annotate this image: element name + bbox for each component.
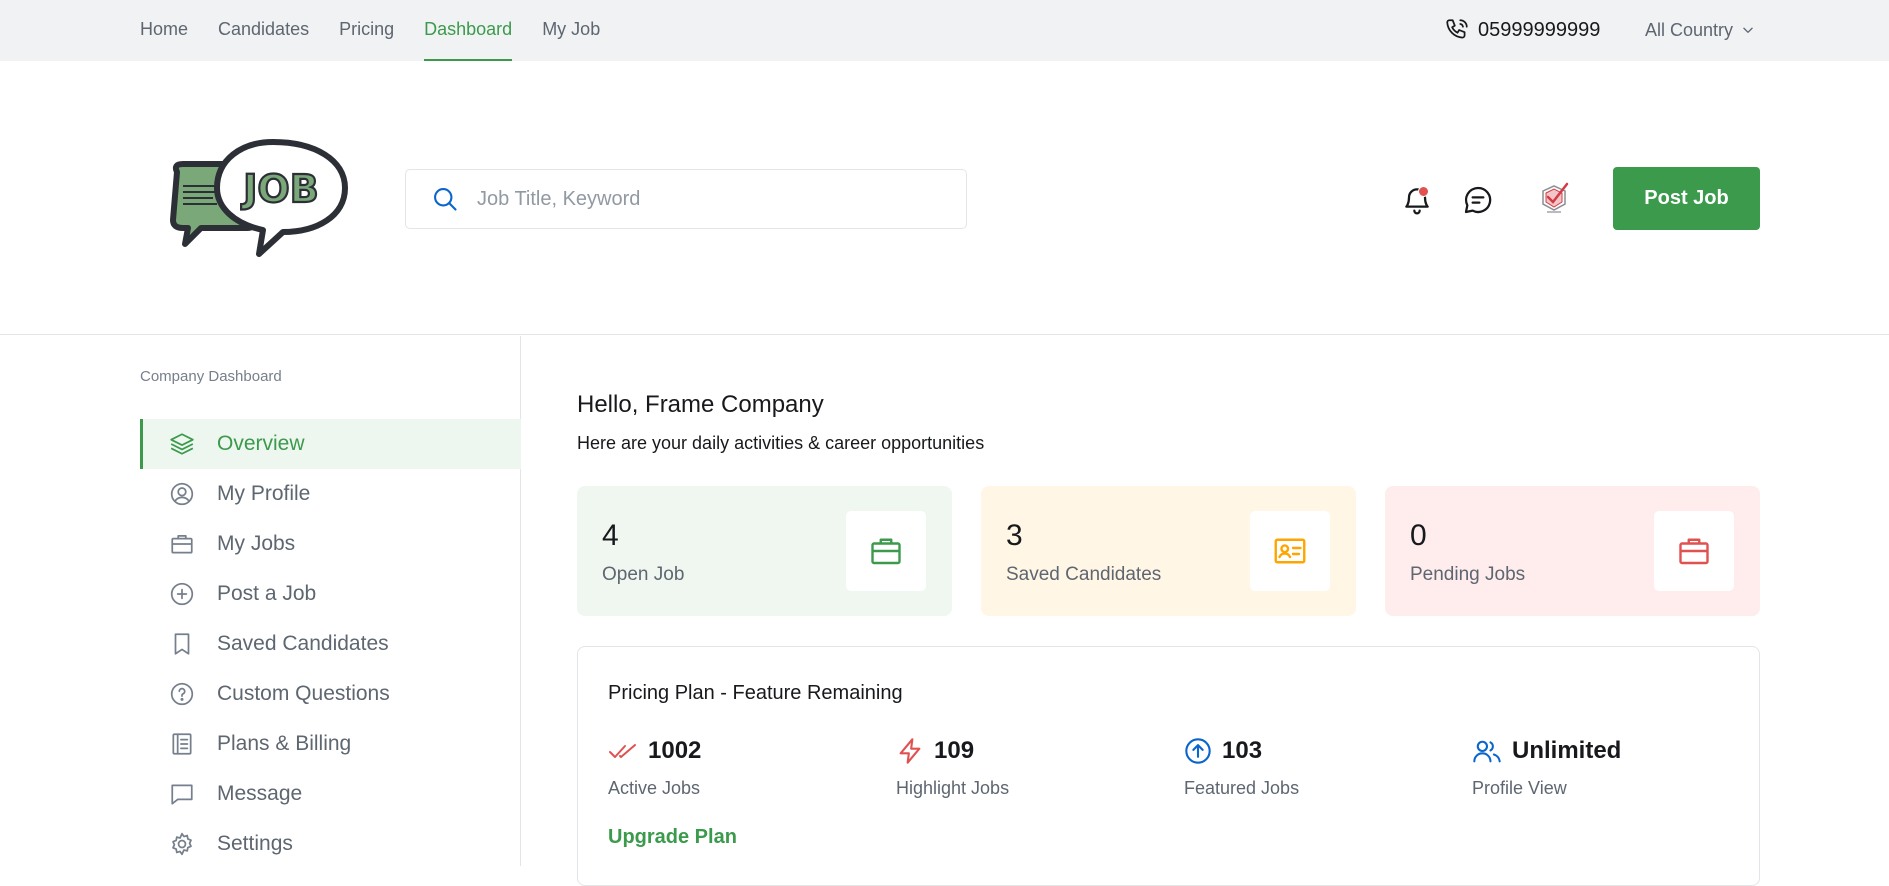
double-check-icon <box>608 739 638 763</box>
briefcase-icon <box>1676 533 1712 569</box>
feature-label: Highlight Jobs <box>896 778 1010 798</box>
sidebar-item-overview[interactable]: Overview <box>140 419 521 469</box>
stat-icon-box <box>1654 511 1734 591</box>
top-bar: Home Candidates Pricing Dashboard My Job… <box>0 0 1889 61</box>
feature-active-jobs: 1002 Active Jobs <box>608 735 701 799</box>
feature-value: 103 <box>1222 737 1263 764</box>
chat-icon <box>169 781 195 807</box>
sidebar-item-label: My Profile <box>217 482 311 505</box>
top-nav: Home Candidates Pricing Dashboard My Job <box>140 0 630 61</box>
stat-card-open-job[interactable]: 4 Open Job <box>577 486 952 616</box>
feature-value: 109 <box>934 737 975 764</box>
layers-icon <box>169 431 195 457</box>
feature-highlight-jobs: 109 Highlight Jobs <box>896 735 1009 799</box>
message-icon[interactable] <box>1462 184 1494 216</box>
gear-icon <box>169 831 195 857</box>
phone-contact[interactable]: 05999999999 <box>1444 15 1600 45</box>
logo-text: JOB <box>240 167 318 211</box>
sidebar-menu: Overview My Profile My Jobs Post a Job S… <box>140 419 521 869</box>
nav-candidates[interactable]: Candidates <box>218 0 309 61</box>
sidebar-item-label: Plans & Billing <box>217 732 352 755</box>
plan-title: Pricing Plan - Feature Remaining <box>608 682 903 704</box>
company-avatar[interactable] <box>1535 178 1573 216</box>
feature-label: Profile View <box>1472 778 1567 798</box>
sidebar-item-message[interactable]: Message <box>140 769 521 819</box>
notification-dot <box>1418 186 1429 197</box>
sidebar-item-saved-candidates[interactable]: Saved Candidates <box>140 619 521 669</box>
nav-pricing[interactable]: Pricing <box>339 0 394 61</box>
sidebar-item-settings[interactable]: Settings <box>140 819 521 869</box>
feature-label: Active Jobs <box>608 778 701 798</box>
stat-icon-box <box>1250 511 1330 591</box>
stat-label: Saved Candidates <box>1006 564 1162 585</box>
logo[interactable]: JOB <box>155 138 350 260</box>
pricing-plan-card: Pricing Plan - Feature Remaining 1002 Ac… <box>577 646 1760 886</box>
sidebar-item-post-a-job[interactable]: Post a Job <box>140 569 521 619</box>
feature-value: 1002 <box>648 737 702 764</box>
sidebar-item-label: Message <box>217 782 303 805</box>
stat-value: 4 <box>602 519 619 552</box>
country-select[interactable]: All Country <box>1645 15 1755 45</box>
sidebar-item-label: Settings <box>217 832 293 855</box>
bookmark-icon <box>169 631 195 657</box>
greeting-subtitle: Here are your daily activities & career … <box>577 433 985 453</box>
sidebar-item-label: Saved Candidates <box>217 632 389 655</box>
search-box[interactable] <box>405 169 967 229</box>
stat-label: Pending Jobs <box>1410 564 1526 585</box>
feature-profile-view: Unlimited Profile View <box>1472 735 1621 799</box>
sidebar: Company Dashboard Overview My Profile My… <box>0 336 521 866</box>
feature-featured-jobs: 103 Featured Jobs <box>1184 735 1299 799</box>
upgrade-plan-link[interactable]: Upgrade Plan <box>608 826 737 849</box>
nav-dashboard[interactable]: Dashboard <box>424 0 513 61</box>
id-card-icon <box>1272 533 1308 569</box>
feature-label: Featured Jobs <box>1184 778 1300 798</box>
nav-home[interactable]: Home <box>140 0 188 61</box>
nav-my-job[interactable]: My Job <box>542 0 600 61</box>
phone-number: 05999999999 <box>1478 18 1601 41</box>
stat-icon-box <box>846 511 926 591</box>
lightning-icon <box>896 736 924 766</box>
user-circle-icon <box>169 481 195 507</box>
search-input[interactable] <box>477 187 917 211</box>
sidebar-item-label: Overview <box>217 432 305 455</box>
sidebar-item-label: My Jobs <box>217 532 296 555</box>
sidebar-item-plans-billing[interactable]: Plans & Billing <box>140 719 521 769</box>
stat-label: Open Job <box>602 564 685 585</box>
briefcase-icon <box>868 533 904 569</box>
phone-icon <box>1444 17 1470 43</box>
sidebar-item-my-profile[interactable]: My Profile <box>140 469 521 519</box>
stat-value: 3 <box>1006 519 1023 552</box>
country-label: All Country <box>1645 19 1734 40</box>
chevron-down-icon <box>1741 23 1755 37</box>
sidebar-item-label: Post a Job <box>217 582 317 605</box>
users-icon <box>1472 737 1502 765</box>
sidebar-title: Company Dashboard <box>140 368 282 385</box>
stat-card-saved-candidates[interactable]: 3 Saved Candidates <box>981 486 1356 616</box>
notebook-icon <box>169 731 195 757</box>
sidebar-item-label: Custom Questions <box>217 682 390 705</box>
post-job-button[interactable]: Post Job <box>1613 167 1760 230</box>
question-circle-icon <box>169 681 195 707</box>
arrow-up-circle-icon <box>1184 737 1212 765</box>
sidebar-item-my-jobs[interactable]: My Jobs <box>140 519 521 569</box>
feature-value: Unlimited <box>1512 737 1622 764</box>
stat-value: 0 <box>1410 519 1427 552</box>
sidebar-item-custom-questions[interactable]: Custom Questions <box>140 669 521 719</box>
briefcase-icon <box>169 531 195 557</box>
plus-circle-icon <box>169 581 195 607</box>
search-icon <box>431 185 459 213</box>
stat-card-pending-jobs[interactable]: 0 Pending Jobs <box>1385 486 1760 616</box>
greeting: Hello, Frame Company <box>577 391 824 418</box>
